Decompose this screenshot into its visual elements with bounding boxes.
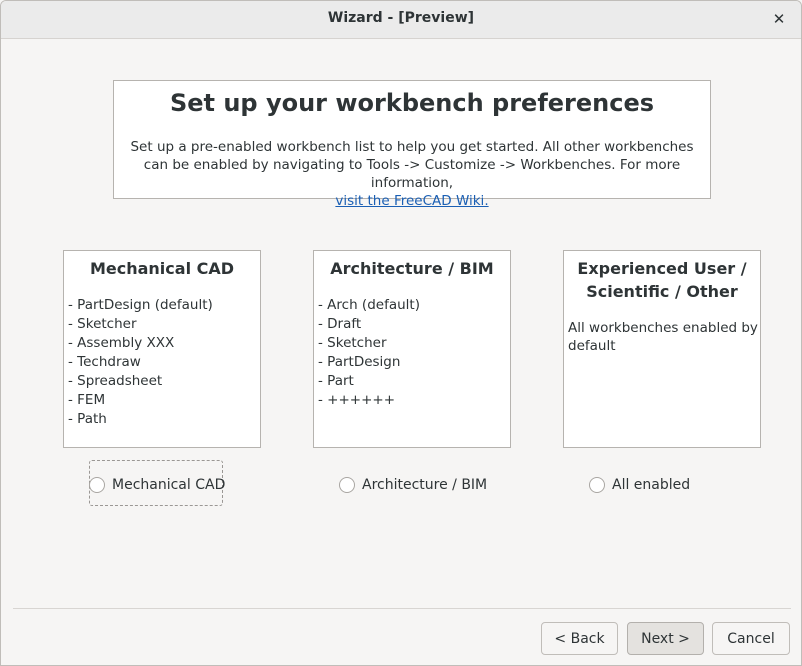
radio-label[interactable]: Mechanical CAD: [112, 477, 225, 493]
radio-label[interactable]: Architecture / BIM: [362, 477, 487, 493]
back-button[interactable]: < Back: [541, 622, 618, 655]
list-item: - ++++++: [318, 392, 396, 408]
card-title: Mechanical CAD: [89, 259, 235, 278]
list-item: - Part: [318, 373, 354, 389]
close-icon[interactable]: ✕: [769, 9, 789, 29]
list-item: - PartDesign (default): [68, 297, 213, 313]
card-description: All workbenches enabled by default: [568, 320, 758, 354]
window-title: Wizard - [Preview]: [327, 10, 475, 26]
footer-divider: [13, 608, 791, 609]
radio-architecture-bim[interactable]: Architecture / BIM: [339, 474, 487, 496]
card-mechanical-cad: Mechanical CAD - PartDesign (default) - …: [63, 250, 261, 448]
header-panel: Set up your workbench preferences Set up…: [113, 80, 711, 209]
radio-button[interactable]: [339, 477, 355, 493]
page-title: Set up your workbench preferences: [169, 89, 655, 117]
wizard-window: Wizard - [Preview] ✕ Set up your workben…: [0, 0, 802, 666]
list-item: - Path: [68, 411, 107, 427]
list-item: - Techdraw: [68, 354, 141, 370]
next-button[interactable]: Next >: [627, 622, 704, 655]
radio-button[interactable]: [89, 477, 105, 493]
list-item: - Assembly XXX: [68, 335, 175, 351]
list-item: - FEM: [68, 392, 106, 408]
header-description: Set up a pre-enabled workbench list to h…: [120, 138, 704, 210]
card-title: Architecture / BIM: [330, 259, 494, 278]
list-item: - PartDesign: [318, 354, 401, 370]
list-item: - Arch (default): [318, 297, 420, 313]
title-bar: Wizard - [Preview] ✕: [1, 1, 801, 39]
radio-button[interactable]: [589, 477, 605, 493]
list-item: - Draft: [318, 316, 362, 332]
cancel-button[interactable]: Cancel: [712, 622, 790, 655]
radio-all-enabled[interactable]: All enabled: [589, 474, 690, 496]
radio-mechanical-cad[interactable]: Mechanical CAD: [89, 474, 225, 496]
card-title: Experienced User / Scientific / Other: [577, 259, 747, 301]
list-item: - Sketcher: [318, 335, 387, 351]
radio-label[interactable]: All enabled: [612, 477, 690, 493]
card-experienced-user: Experienced User / Scientific / Other Al…: [563, 250, 761, 448]
card-workbench-list: - Arch (default) - Draft - Sketcher - Pa…: [314, 296, 510, 410]
description-text: Set up a pre-enabled workbench list to h…: [130, 139, 694, 191]
card-workbench-list: - PartDesign (default) - Sketcher - Asse…: [64, 296, 260, 429]
freecad-wiki-link[interactable]: visit the FreeCAD Wiki.: [335, 193, 488, 209]
list-item: - Spreadsheet: [68, 373, 163, 389]
card-architecture-bim: Architecture / BIM - Arch (default) - Dr…: [313, 250, 511, 448]
list-item: - Sketcher: [68, 316, 137, 332]
